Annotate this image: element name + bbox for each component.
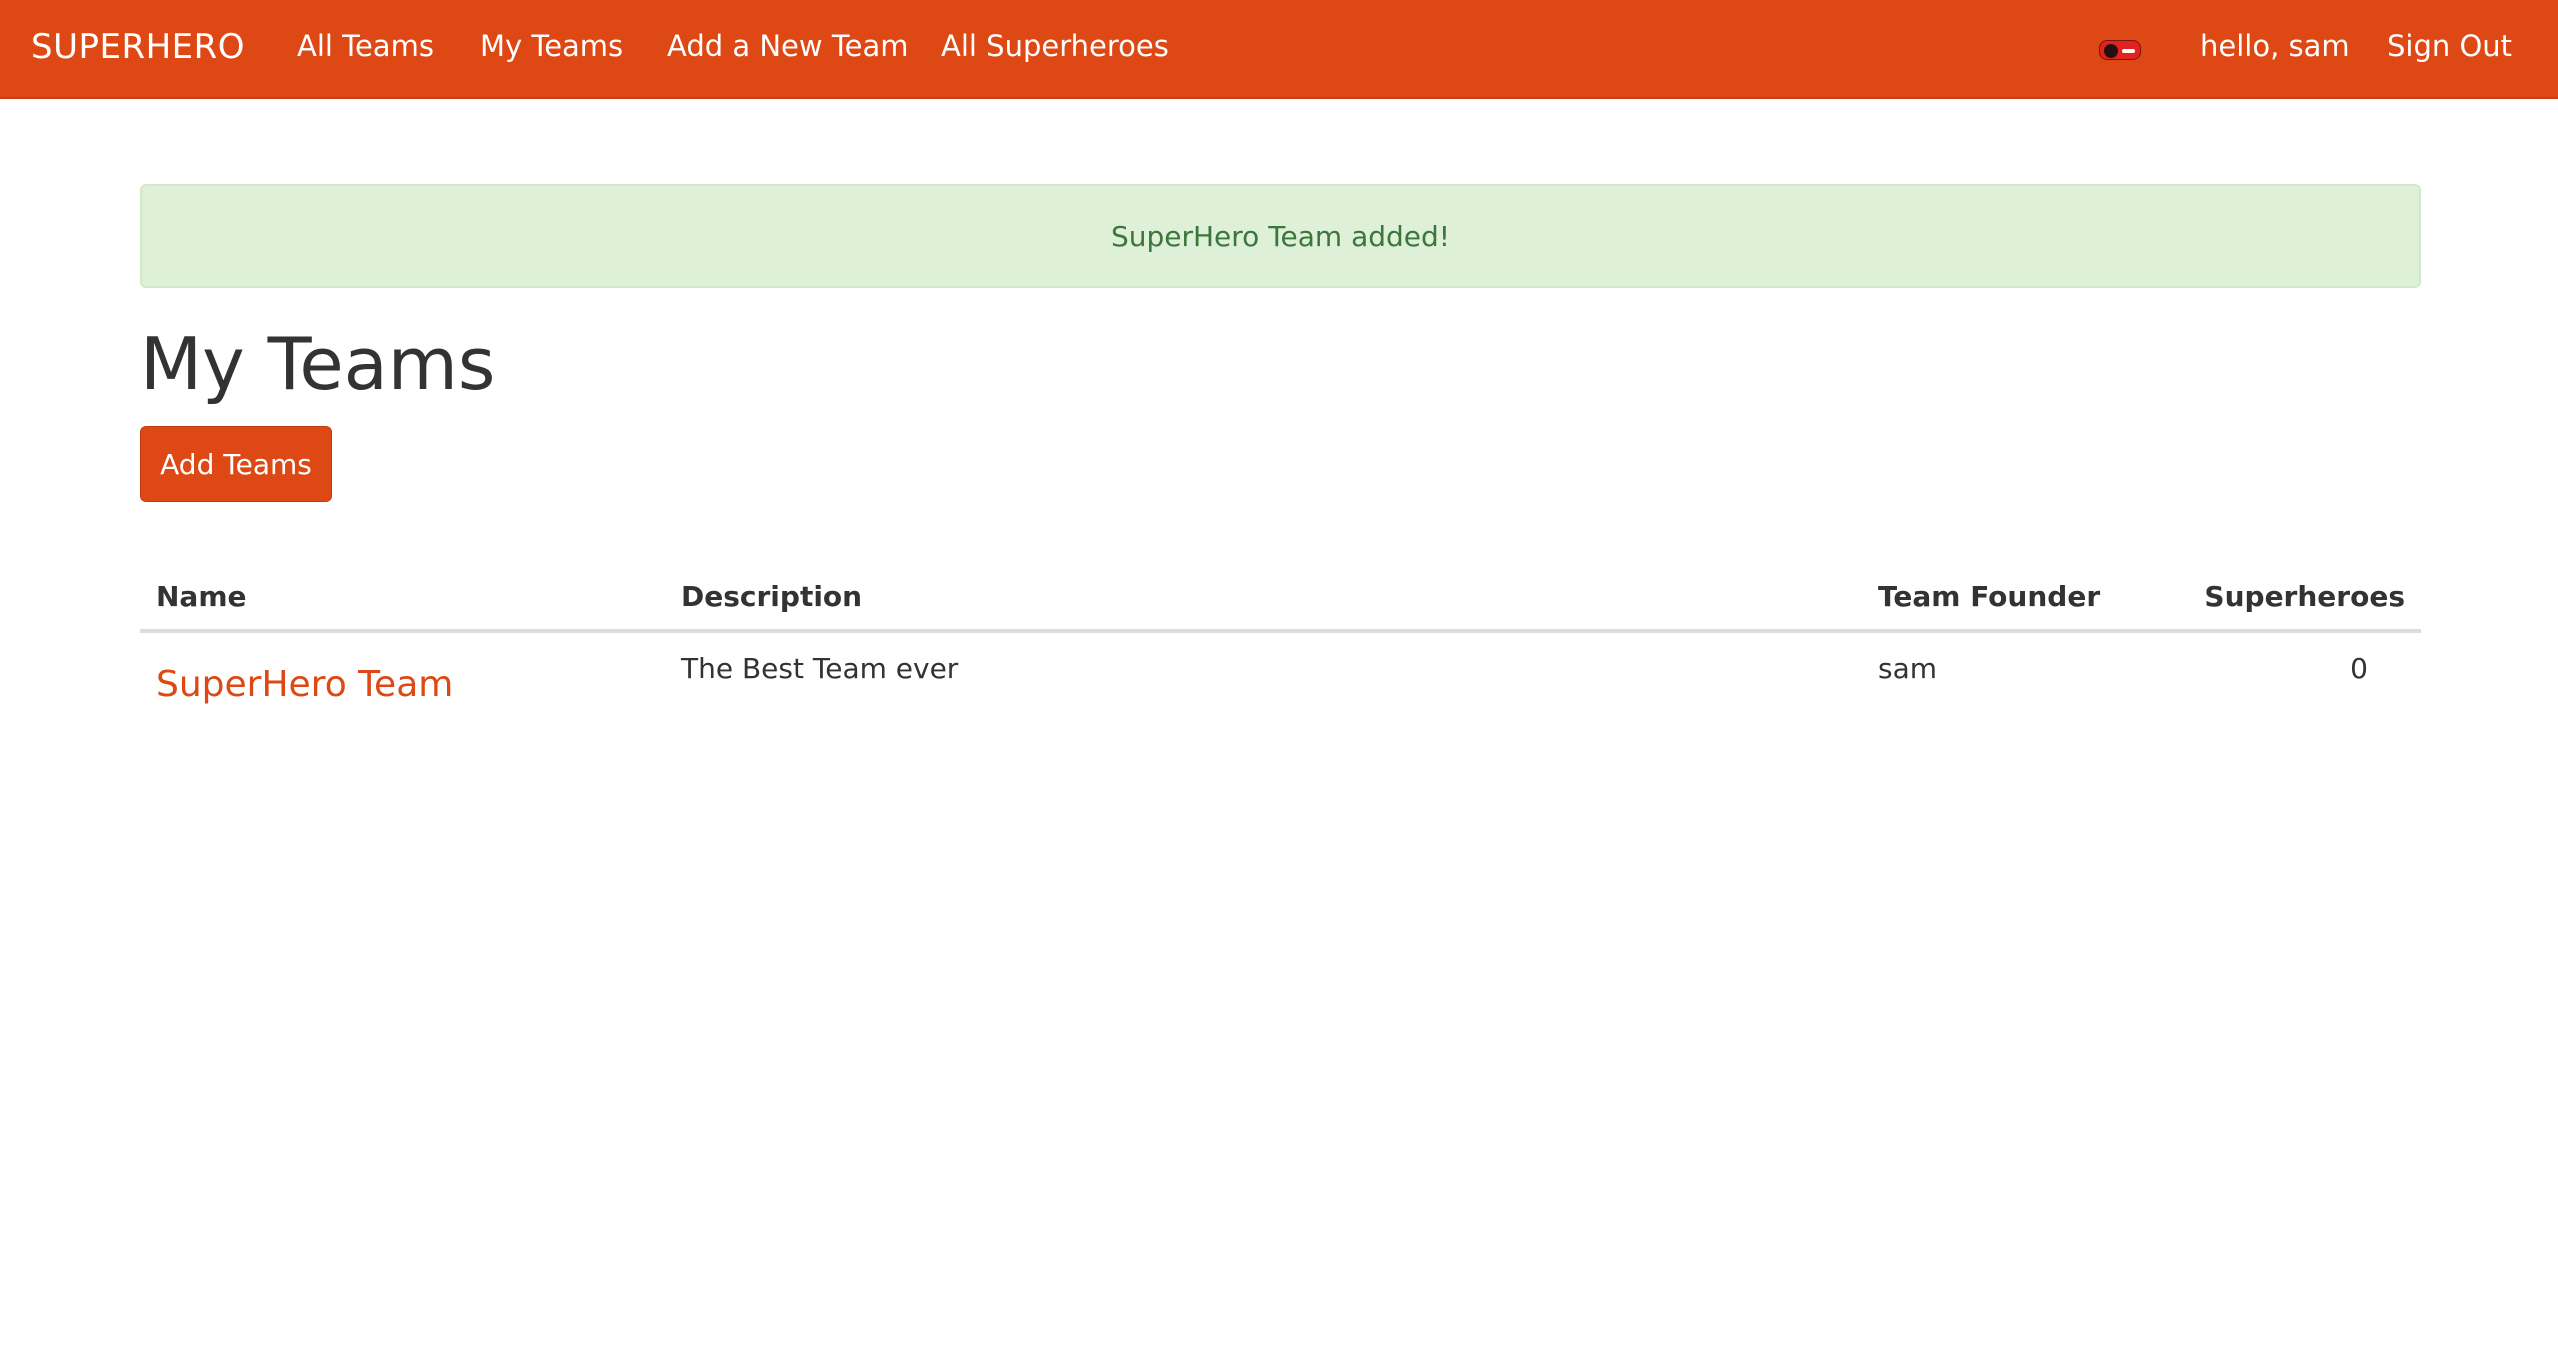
alert-message: SuperHero Team added! — [1110, 219, 1451, 253]
nav-all-superheroes[interactable]: All Superheroes — [941, 29, 1169, 63]
column-header-description: Description — [681, 580, 863, 613]
team-founder: sam — [1878, 652, 1938, 685]
user-avatar-icon — [2099, 40, 2141, 60]
top-navbar: SUPERHERO All Teams My Teams Add a New T… — [0, 0, 2558, 99]
column-header-superheroes: Superheroes — [2204, 580, 2405, 613]
team-description: The Best Team ever — [681, 652, 959, 685]
team-superheroes-count: 0 — [2350, 652, 2368, 685]
nav-add-new-team[interactable]: Add a New Team — [667, 29, 908, 63]
nav-all-teams[interactable]: All Teams — [297, 29, 434, 63]
page-title: My Teams — [140, 322, 496, 406]
user-greeting: hello, sam — [2200, 29, 2350, 63]
success-alert: SuperHero Team added! — [140, 184, 2421, 288]
nav-my-teams[interactable]: My Teams — [480, 29, 623, 63]
column-header-name: Name — [156, 580, 247, 613]
brand-logo[interactable]: SUPERHERO — [31, 27, 245, 67]
table-header-divider — [140, 629, 2421, 633]
team-name-link[interactable]: SuperHero Team — [156, 664, 453, 705]
column-header-team-founder: Team Founder — [1878, 580, 2101, 613]
add-teams-button[interactable]: Add Teams — [140, 426, 332, 502]
sign-out-link[interactable]: Sign Out — [2387, 29, 2512, 63]
